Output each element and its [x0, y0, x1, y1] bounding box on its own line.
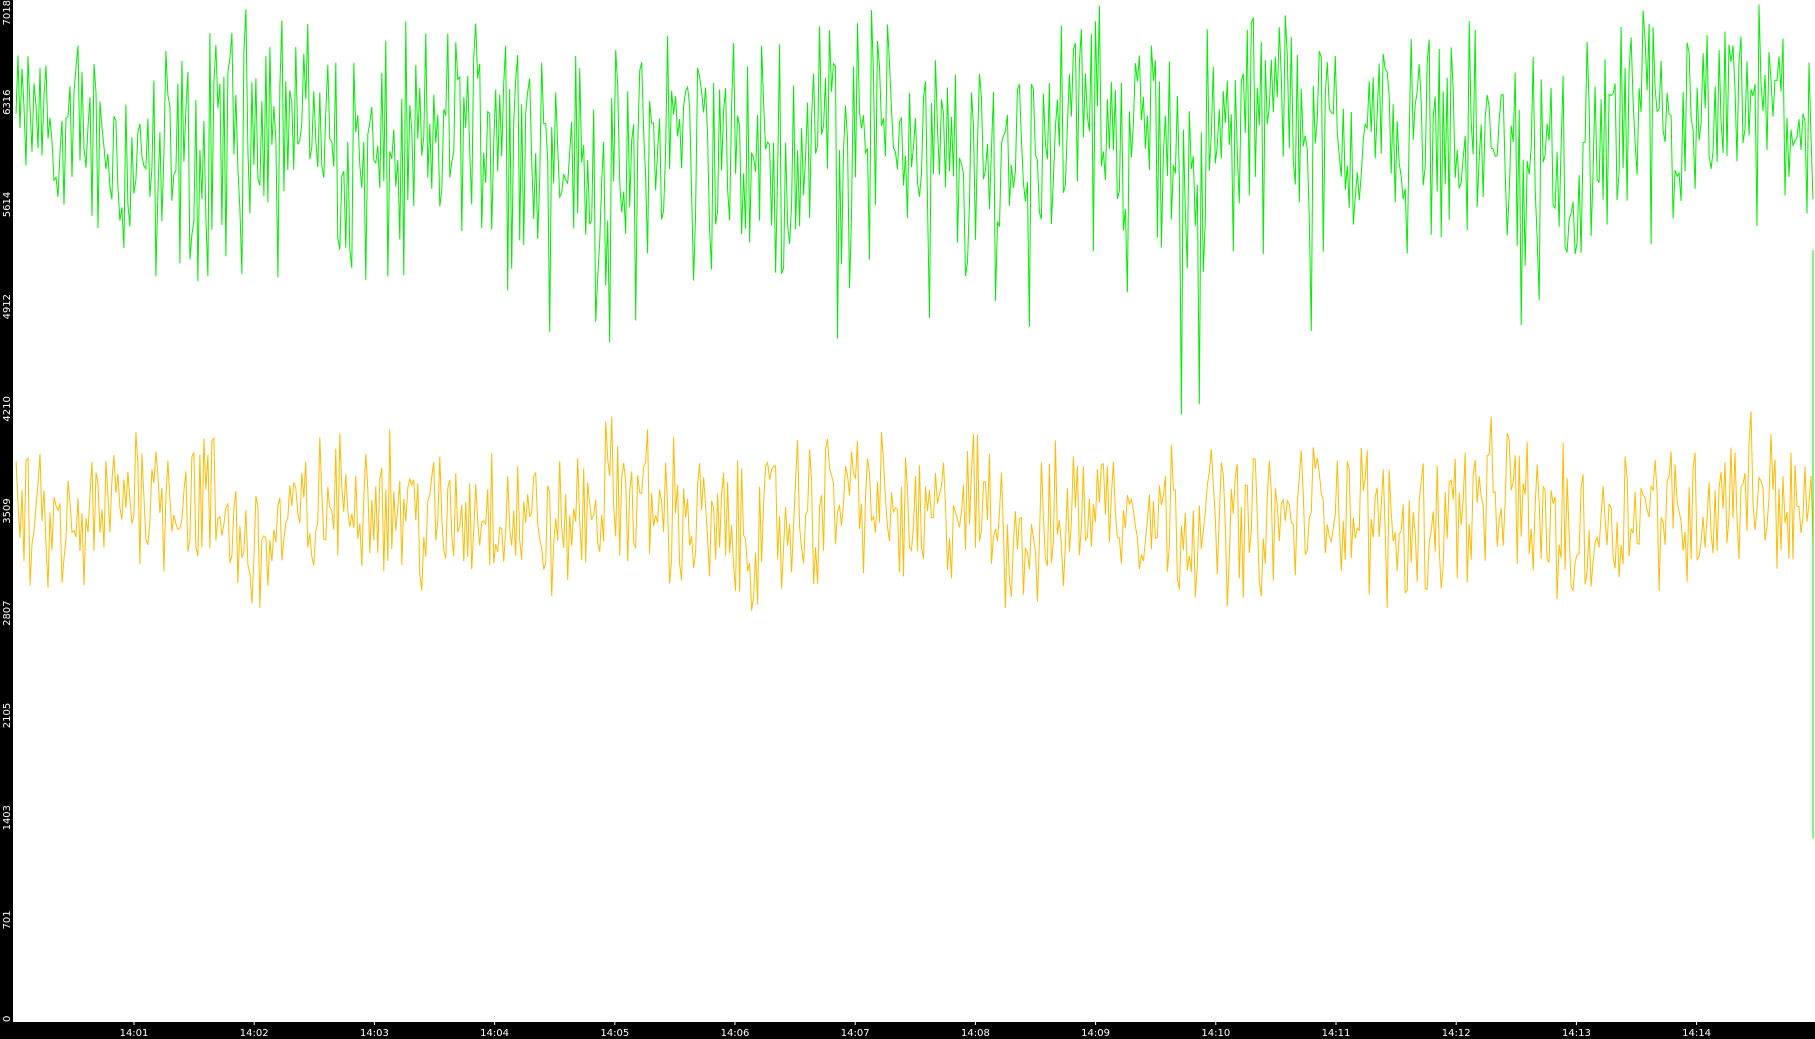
x-tick-label: 14:04 — [480, 1028, 509, 1039]
y-tick-label: 5614 — [2, 192, 13, 217]
x-tick-label: 14:14 — [1682, 1028, 1711, 1039]
y-tick-label: 4912 — [2, 294, 13, 319]
y-tick-label: 3509 — [2, 498, 13, 523]
x-tick-label: 14:05 — [600, 1028, 629, 1039]
y-tick-label: 701 — [2, 910, 13, 929]
y-tick-label: 2105 — [2, 703, 13, 728]
x-tick-label: 14:08 — [961, 1028, 990, 1039]
line-chart: 0 701 1403 2105 2807 3509 4210 4912 5614 6316 7018… — [2, 0, 1815, 1039]
x-tick-label: 14:06 — [721, 1028, 750, 1039]
y-tick-label: 7018 — [2, 0, 13, 25]
x-tick-label: 14:01 — [120, 1028, 149, 1039]
x-tick-label: 14:10 — [1201, 1028, 1230, 1039]
y-axis: 0 701 1403 2105 2807 3509 4210 4912 5614 6316 7018 — [2, 0, 13, 1022]
x-tick-label: 14:12 — [1442, 1028, 1471, 1039]
chart-container: 0 701 1403 2105 2807 3509 4210 4912 5614 6316 7018… — [0, 0, 1815, 1039]
x-tick-label: 14:09 — [1081, 1028, 1110, 1039]
y-tick-label: 1403 — [2, 805, 13, 830]
y-tick-label: 6316 — [2, 89, 13, 114]
y-tick-label: 2807 — [2, 600, 13, 625]
x-tick-label: 14:13 — [1562, 1028, 1591, 1039]
y-tick-label: 4210 — [2, 396, 13, 421]
x-axis: 14:01 14:02 14:03 14:04 14:05 14:06 14:07 14:08… — [120, 1022, 1711, 1039]
x-tick-label: 14:02 — [240, 1028, 269, 1039]
x-tick-label: 14:07 — [841, 1028, 870, 1039]
x-tick-label: 14:03 — [360, 1028, 389, 1039]
y-tick-label: 0 — [2, 1016, 13, 1022]
x-tick-label: 14:11 — [1322, 1028, 1351, 1039]
